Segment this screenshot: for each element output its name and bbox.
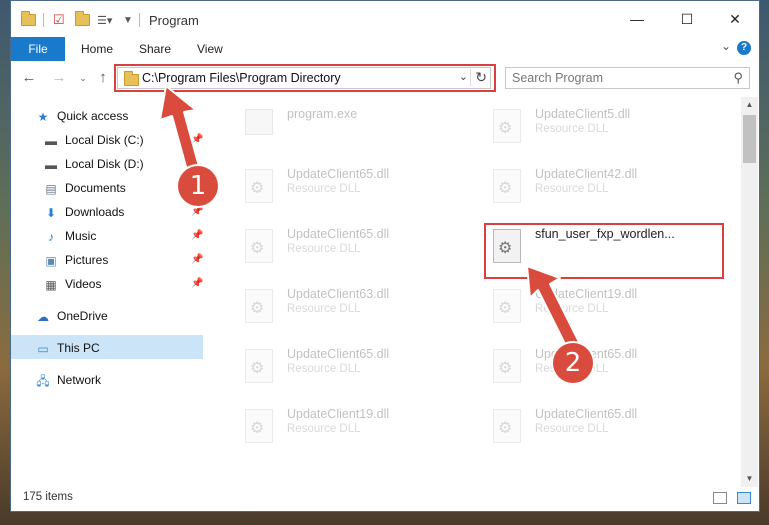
step-2-badge: 2: [553, 343, 593, 383]
arrow-1-icon: [159, 85, 201, 175]
annotation-arrows: [159, 85, 583, 355]
arrow-2-icon: [526, 265, 583, 355]
step-1-badge: 1: [178, 166, 218, 206]
